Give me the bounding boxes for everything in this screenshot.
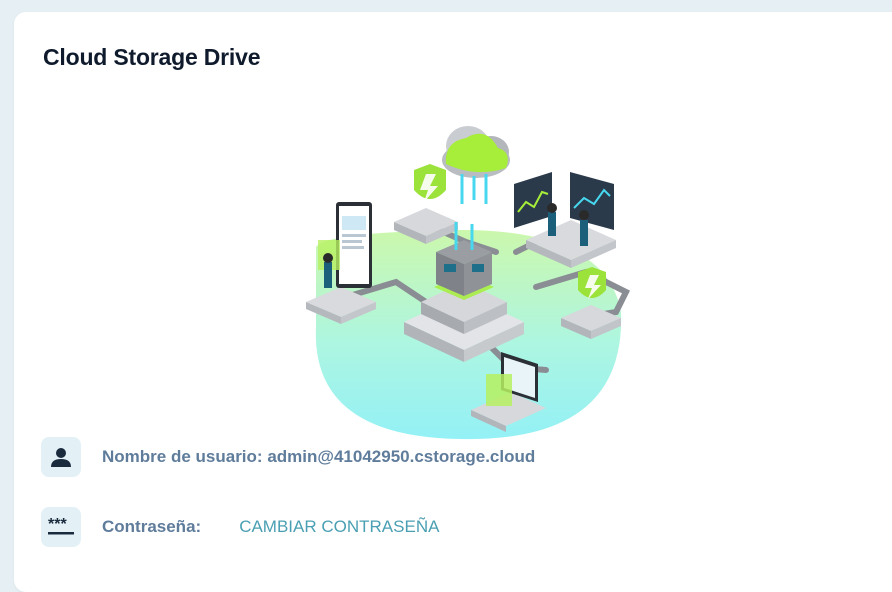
- password-row: *** Contraseña: CAMBIAR CONTRASEÑA: [41, 507, 439, 547]
- change-password-link[interactable]: CAMBIAR CONTRASEÑA: [239, 517, 439, 537]
- username-label: Nombre de usuario: admin@41042950.cstora…: [102, 447, 536, 466]
- password-label: Contraseña:: [102, 517, 202, 536]
- account-card: Cloud Storage Drive Nombre de usuario: a…: [14, 12, 892, 592]
- username-row: Nombre de usuario: admin@41042950.cstora…: [41, 437, 535, 477]
- cloud-storage-illustration: [306, 126, 631, 440]
- person-icon: [41, 437, 81, 477]
- card-title: Cloud Storage Drive: [43, 44, 261, 70]
- password-dots-icon: ***: [41, 507, 81, 547]
- username-value: admin@41042950.cstorage.cloud: [267, 447, 536, 466]
- svg-text:***: ***: [48, 517, 67, 533]
